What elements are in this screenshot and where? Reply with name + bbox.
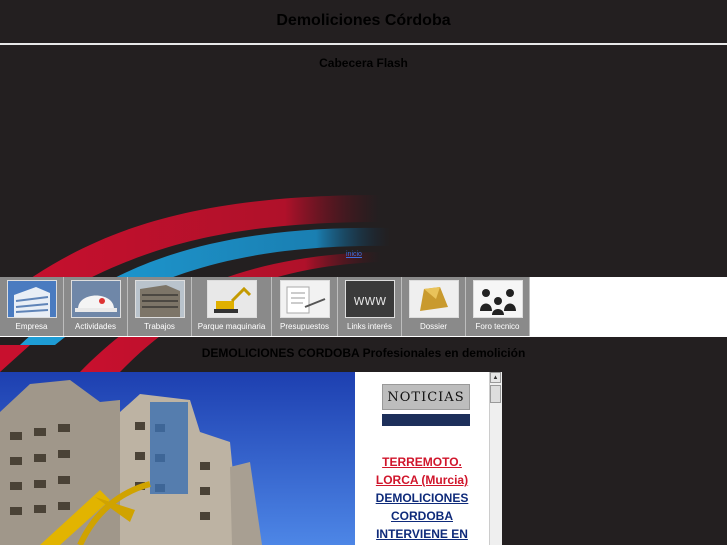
office-building-icon bbox=[6, 280, 57, 318]
nav-item-trabajos[interactable]: Trabajos bbox=[128, 277, 192, 336]
title-divider bbox=[0, 43, 727, 45]
news-headline-link[interactable]: DEMOLICIONES bbox=[355, 489, 489, 507]
page-tagline: DEMOLICIONES CORDOBA Profesionales en de… bbox=[201, 346, 526, 360]
nav-item-empresa[interactable]: Empresa bbox=[0, 277, 64, 336]
flash-header-placeholder: Cabecera Flash bbox=[319, 56, 408, 70]
www-icon: WWW bbox=[344, 280, 395, 318]
demolition-photo bbox=[0, 372, 355, 545]
nav-label: Actividades bbox=[75, 322, 116, 331]
news-list: TERREMOTO. LORCA (Murcia) DEMOLICIONES C… bbox=[355, 453, 489, 543]
nav-item-parque-maquinaria[interactable]: Parque maquinaria bbox=[192, 277, 272, 336]
nav-label: Trabajos bbox=[144, 322, 175, 331]
nav-item-foro-tecnico[interactable]: Foro tecnico bbox=[466, 277, 530, 336]
nav-label: Dossier bbox=[419, 322, 448, 331]
news-headline-link[interactable]: CORDOBA bbox=[355, 507, 489, 525]
news-scrollbar[interactable]: ▲ bbox=[489, 372, 502, 545]
nav-item-dossier[interactable]: Dossier bbox=[402, 277, 466, 336]
people-forum-icon bbox=[472, 280, 523, 318]
news-headline-link[interactable]: TERREMOTO. bbox=[355, 453, 489, 471]
handshake-documents-icon bbox=[279, 280, 330, 318]
demolished-building-icon bbox=[134, 280, 185, 318]
nav-item-presupuestos[interactable]: Presupuestos bbox=[272, 277, 338, 336]
nav-label: Parque maquinaria bbox=[197, 322, 266, 331]
nav-item-actividades[interactable]: Actividades bbox=[64, 277, 128, 336]
excavator-icon bbox=[206, 280, 257, 318]
hard-hat-icon bbox=[70, 280, 121, 318]
scroll-thumb[interactable] bbox=[490, 385, 501, 403]
news-headline-link[interactable]: INTERVIENE EN bbox=[355, 525, 489, 543]
nav-label: Foro tecnico bbox=[475, 322, 520, 331]
flash-inicio-link[interactable]: inicio bbox=[346, 251, 362, 258]
main-nav: Empresa Actividades Trabajos Parque maqu… bbox=[0, 277, 727, 337]
nav-label: Links interés bbox=[347, 322, 392, 331]
news-headline-link[interactable]: LORCA (Murcia) bbox=[355, 471, 489, 489]
nav-label: Empresa bbox=[15, 322, 48, 331]
news-heading-bar bbox=[382, 414, 470, 426]
nav-label: Presupuestos bbox=[280, 322, 329, 331]
nav-item-links-interes[interactable]: WWW Links interés bbox=[338, 277, 402, 336]
scroll-up-arrow-icon[interactable]: ▲ bbox=[490, 372, 501, 383]
folder-icon bbox=[408, 280, 459, 318]
svg-text:WWW: WWW bbox=[353, 295, 386, 308]
news-heading: NOTICIAS bbox=[382, 384, 470, 410]
site-title: Demoliciones Córdoba bbox=[276, 12, 451, 29]
